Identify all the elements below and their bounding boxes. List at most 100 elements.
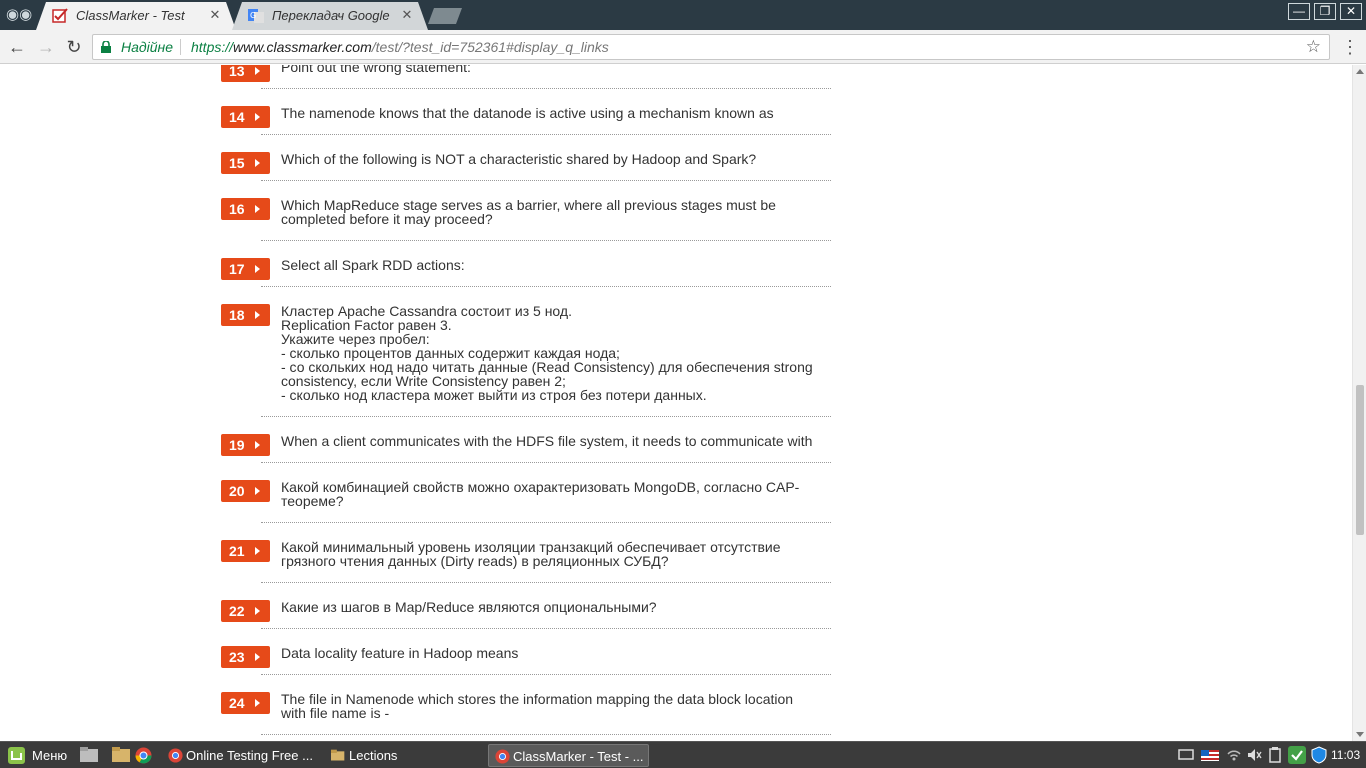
- address-bar[interactable]: Надійне https://www.classmarker.com/test…: [92, 34, 1330, 60]
- question-text-line: The namenode knows that the datanode is …: [281, 105, 774, 121]
- classmarker-favicon-icon: [52, 8, 68, 23]
- url-scheme: https://: [191, 39, 234, 55]
- question-divider: [261, 582, 831, 583]
- question-text-line: completed before it may proceed?: [281, 211, 493, 227]
- question-number: 19: [229, 437, 245, 453]
- question-text-line: Replication Factor равен 3.: [281, 317, 452, 333]
- reload-icon[interactable]: ↻: [63, 36, 85, 58]
- caret-right-icon: [255, 265, 260, 273]
- question-number-button[interactable]: 19: [221, 434, 270, 456]
- show-desktop-icon[interactable]: [80, 747, 98, 763]
- back-arrow-icon[interactable]: ←: [6, 36, 28, 58]
- caret-right-icon: [255, 441, 260, 449]
- tab-title: ClassMarker - Test: [76, 8, 185, 23]
- minimize-window-button[interactable]: —: [1288, 3, 1310, 20]
- network-tray-icon[interactable]: [1227, 746, 1241, 764]
- question-text-line: Какой комбинацией свойств можно охаракте…: [281, 479, 800, 495]
- question-text[interactable]: Point out the wrong statement:: [281, 65, 826, 74]
- display-tray-icon[interactable]: [1178, 746, 1194, 764]
- question-text[interactable]: Select all Spark RDD actions:: [281, 258, 826, 272]
- folder-icon: [331, 749, 345, 761]
- question-number: 20: [229, 483, 245, 499]
- question-number: 23: [229, 649, 245, 665]
- forward-arrow-icon[interactable]: →: [35, 36, 57, 58]
- question-number-button[interactable]: 24: [221, 692, 270, 714]
- taskbar-window-online-testing[interactable]: Online Testing Free ...: [162, 744, 322, 767]
- browser-toolbar: ← → ↻ Надійне https://www.classmarker.co…: [0, 30, 1366, 64]
- question-text-line: Point out the wrong statement:: [281, 65, 471, 75]
- lock-icon: [101, 41, 111, 53]
- question-number-button[interactable]: 16: [221, 198, 270, 220]
- question-text-line: грязного чтения данных (Dirty reads) в р…: [281, 553, 669, 569]
- question-divider: [261, 522, 831, 523]
- question-number-button[interactable]: 13: [221, 65, 270, 82]
- question-text[interactable]: Какие из шагов в Map/Reduce являются опц…: [281, 600, 826, 614]
- caret-right-icon: [255, 547, 260, 555]
- question-number-button[interactable]: 22: [221, 600, 270, 622]
- question-text-line: consistency, если Write Consistency раве…: [281, 373, 566, 389]
- caret-right-icon: [255, 205, 260, 213]
- url-text[interactable]: https://www.classmarker.com/test/?test_i…: [191, 39, 609, 55]
- question-text-line: Какие из шагов в Map/Reduce являются опц…: [281, 599, 657, 615]
- question-text-line: Какой минимальный уровень изоляции транз…: [281, 539, 781, 555]
- browser-menu-icon[interactable]: ⋮: [1340, 37, 1360, 57]
- new-tab-button[interactable]: [428, 8, 462, 24]
- mint-menu-icon[interactable]: [8, 747, 25, 764]
- caret-right-icon: [255, 311, 260, 319]
- question-number-button[interactable]: 15: [221, 152, 270, 174]
- shield-tray-icon[interactable]: [1311, 746, 1327, 764]
- close-window-button[interactable]: ✕: [1340, 3, 1362, 20]
- us-flag-keyboard-icon[interactable]: [1201, 746, 1219, 764]
- question-divider: [261, 88, 831, 89]
- question-text-line: Data locality feature in Hadoop means: [281, 645, 519, 661]
- question-text-line: Укажите через пробел:: [281, 331, 430, 347]
- question-text[interactable]: Which MapReduce stage serves as a barrie…: [281, 198, 826, 226]
- question-text[interactable]: Data locality feature in Hadoop means: [281, 646, 826, 660]
- question-number-button[interactable]: 23: [221, 646, 270, 668]
- tab-close-icon[interactable]: ✕: [208, 7, 222, 23]
- question-divider: [261, 180, 831, 181]
- question-number-button[interactable]: 17: [221, 258, 270, 280]
- restore-window-button[interactable]: ❐: [1314, 3, 1336, 20]
- question-number-button[interactable]: 21: [221, 540, 270, 562]
- chrome-launcher-icon[interactable]: [135, 747, 152, 764]
- question-divider: [261, 134, 831, 135]
- taskbar-window-classmarker[interactable]: ClassMarker - Test - ...: [488, 744, 649, 767]
- question-number-button[interactable]: 18: [221, 304, 270, 326]
- caret-right-icon: [255, 67, 260, 75]
- question-divider: [261, 416, 831, 417]
- question-number: 13: [229, 65, 245, 79]
- scroll-down-icon[interactable]: [1356, 732, 1364, 737]
- question-text[interactable]: Какой минимальный уровень изоляции транз…: [281, 540, 826, 568]
- question-text[interactable]: Какой комбинацией свойств можно охаракте…: [281, 480, 826, 508]
- clipboard-tray-icon[interactable]: [1269, 746, 1281, 764]
- question-divider: [261, 628, 831, 629]
- question-number-button[interactable]: 14: [221, 106, 270, 128]
- question-text[interactable]: The namenode knows that the datanode is …: [281, 106, 826, 120]
- question-text[interactable]: Кластер Apache Cassandra состоит из 5 но…: [281, 304, 826, 402]
- question-text-line: The file in Namenode which stores the in…: [281, 691, 794, 707]
- question-text[interactable]: When a client communicates with the HDFS…: [281, 434, 826, 448]
- tab-classmarker[interactable]: ClassMarker - Test ✕: [36, 2, 236, 30]
- tab-close-icon[interactable]: ✕: [400, 7, 414, 23]
- taskbar-window-label: ClassMarker - Test - ...: [513, 749, 644, 764]
- start-menu-button[interactable]: Меню: [32, 744, 67, 767]
- update-check-icon[interactable]: [1288, 746, 1306, 764]
- question-number-button[interactable]: 20: [221, 480, 270, 502]
- page-scrollbar[interactable]: [1352, 65, 1366, 741]
- question-text[interactable]: Which of the following is NOT a characte…: [281, 152, 826, 166]
- caret-right-icon: [255, 487, 260, 495]
- caret-right-icon: [255, 113, 260, 121]
- tab-google-translate[interactable]: G Перекладач Google ✕: [232, 2, 428, 30]
- incognito-icon: ◉◉: [6, 6, 33, 23]
- scroll-up-icon[interactable]: [1356, 69, 1364, 74]
- question-text-line: Кластер Apache Cassandra состоит из 5 но…: [281, 303, 572, 319]
- question-number: 17: [229, 261, 245, 277]
- file-manager-launcher-icon[interactable]: [112, 747, 130, 763]
- bookmark-star-icon[interactable]: ☆: [1306, 37, 1321, 57]
- taskbar-window-lections[interactable]: Lections: [325, 744, 485, 767]
- question-text[interactable]: The file in Namenode which stores the in…: [281, 692, 826, 720]
- question-number: 16: [229, 201, 245, 217]
- volume-tray-icon[interactable]: [1247, 746, 1263, 764]
- scrollbar-thumb[interactable]: [1356, 385, 1364, 535]
